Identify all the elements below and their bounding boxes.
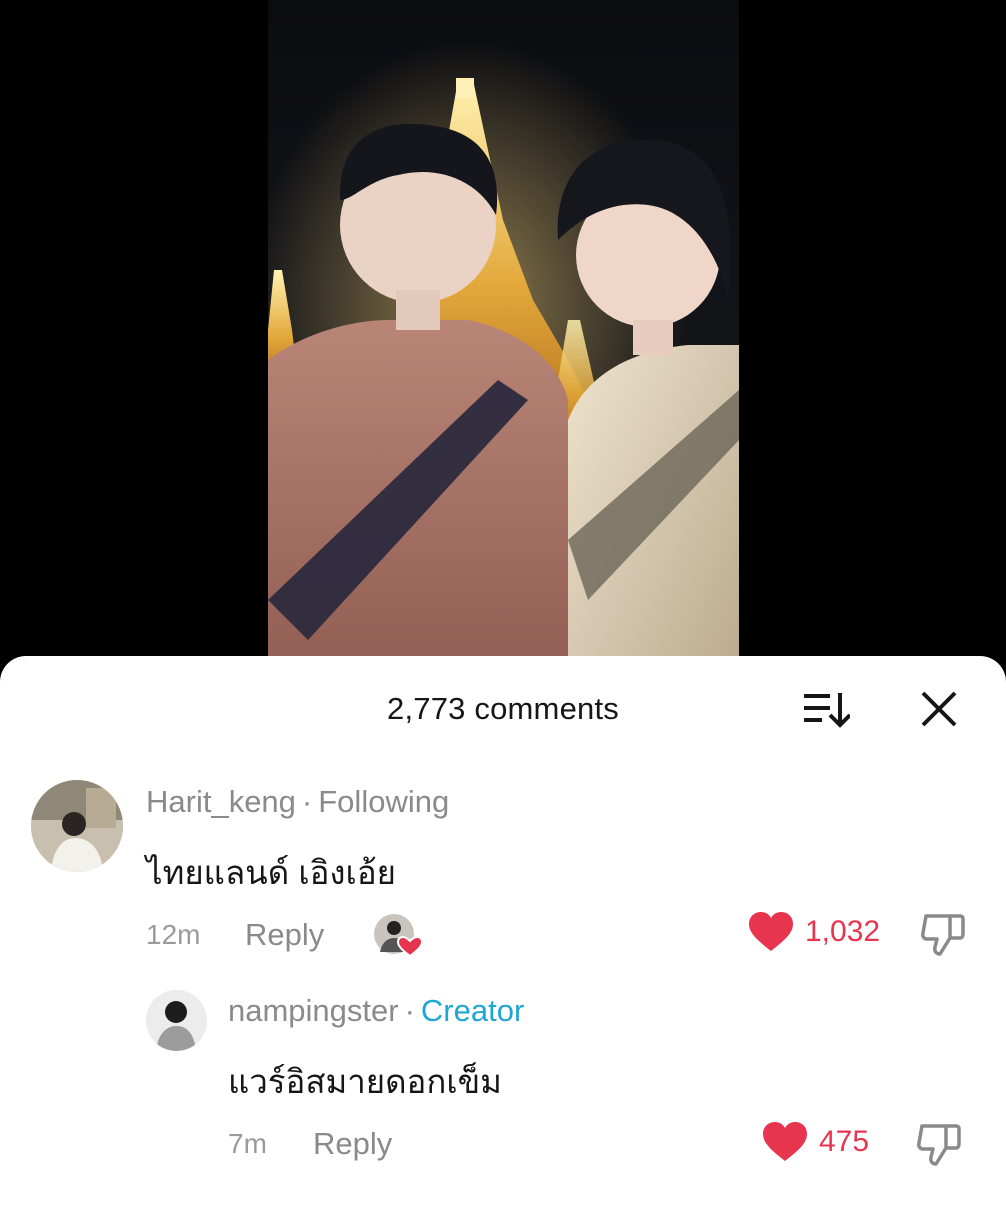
heart-icon <box>749 912 793 951</box>
separator: · <box>404 993 415 1028</box>
reply-button[interactable]: Reply <box>313 1126 392 1162</box>
video-thumbnail <box>268 40 739 700</box>
comments-header: 2,773 comments <box>0 656 1006 766</box>
avatar[interactable] <box>146 990 207 1051</box>
comment-time: 7m <box>228 1128 267 1159</box>
comment-author-line: nampingster · Creator <box>228 993 524 1029</box>
username[interactable]: Harit_keng <box>146 784 296 819</box>
following-badge: Following <box>318 784 450 819</box>
thumbs-down-icon[interactable] <box>916 1122 962 1168</box>
separator: · <box>301 784 313 819</box>
like-button[interactable]: 475 <box>763 1122 869 1162</box>
comment-count: 2,773 comments <box>387 691 619 726</box>
like-button[interactable]: 1,032 <box>749 912 880 952</box>
video-frame <box>268 0 739 700</box>
heart-icon <box>763 1122 807 1161</box>
like-count: 1,032 <box>805 915 881 948</box>
comments-sheet: 2,773 comments Harit_keng · Following ไท… <box>0 656 1006 1216</box>
comment-time: 12m <box>146 919 201 950</box>
thumbs-down-icon[interactable] <box>920 912 966 958</box>
like-count: 475 <box>819 1125 870 1158</box>
close-icon[interactable] <box>920 690 958 728</box>
avatar[interactable] <box>31 780 123 872</box>
comment-text: แวร์อิสมายดอกเข็ม <box>228 1063 502 1100</box>
creator-liked-icon <box>374 914 422 958</box>
creator-badge: Creator <box>420 993 525 1028</box>
comment-text: ไทยแลนด์ เอิงเอ้ย <box>146 854 396 891</box>
username[interactable]: nampingster <box>228 993 399 1028</box>
video-player[interactable] <box>0 0 1006 700</box>
reply-button[interactable]: Reply <box>245 917 324 953</box>
comment-author-line: Harit_keng · Following <box>146 784 449 820</box>
sort-icon[interactable] <box>802 690 850 730</box>
